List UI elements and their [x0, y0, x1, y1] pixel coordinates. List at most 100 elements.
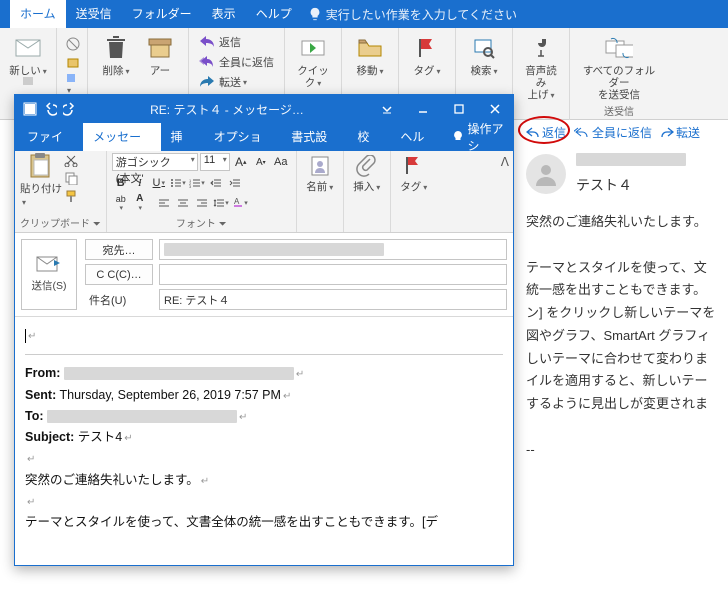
speaker-icon	[533, 36, 549, 60]
font-color-button[interactable]: A	[131, 194, 149, 212]
cleanup-icon[interactable]	[65, 72, 81, 88]
compose-tab-help[interactable]: ヘルプ	[390, 123, 445, 151]
outdent-button[interactable]	[207, 174, 225, 192]
reading-forward-button[interactable]: 転送	[660, 124, 700, 141]
highlight-button[interactable]: ab	[112, 194, 130, 212]
tab-home[interactable]: ホーム	[10, 0, 66, 28]
ribbon-options-button[interactable]: ᐱ	[501, 151, 513, 232]
compose-body[interactable]: From: Sent: Thursday, September 26, 2019…	[15, 317, 513, 565]
compose-tab-message[interactable]: メッセージ	[83, 123, 160, 151]
clipboard-icon	[28, 153, 52, 179]
align-right-button[interactable]	[193, 194, 211, 212]
reply-button[interactable]: 返信	[195, 32, 278, 52]
reply-all-button[interactable]: 全員に返信	[195, 52, 278, 72]
underline-button[interactable]: U	[150, 174, 168, 192]
clear-format-button[interactable]: A	[231, 194, 249, 212]
indent-button[interactable]	[226, 174, 244, 192]
compose-group-font: 游ゴシック (本文' 11 A▴ A▾ Aa B I U 123 ab	[107, 151, 297, 232]
shrink-font-button[interactable]: A▾	[252, 153, 270, 171]
ribbon-group-speech: 音声読み上げ	[513, 28, 570, 120]
paste-button[interactable]: 貼り付け	[20, 153, 62, 215]
line-spacing-button[interactable]	[212, 194, 230, 212]
cc-field[interactable]	[159, 264, 507, 285]
lightbulb-icon	[308, 7, 322, 21]
compose-tab-options[interactable]: オプション	[204, 123, 282, 151]
delete-button[interactable]: 削除	[94, 30, 138, 77]
redo-icon[interactable]	[63, 102, 77, 116]
compose-group-names: 名前	[297, 151, 344, 232]
ribbon-collapse-button[interactable]	[369, 95, 405, 123]
close-button[interactable]	[477, 95, 513, 123]
address-book-icon	[309, 155, 331, 177]
grow-font-button[interactable]: A▴	[232, 153, 250, 171]
maximize-button[interactable]	[441, 95, 477, 123]
numbering-button[interactable]: 123	[188, 174, 206, 192]
flag-icon	[416, 37, 438, 59]
undo-icon[interactable]	[43, 102, 57, 116]
compose-group-clipboard: 貼り付け クリップボード ⏷	[15, 151, 107, 232]
move-button[interactable]: 移動	[348, 30, 392, 77]
compose-group-tags: タグ	[391, 151, 437, 232]
search-icon	[473, 37, 495, 59]
new-button[interactable]: 新しい	[6, 30, 50, 77]
group-label-font: フォント ⏷	[112, 215, 291, 232]
align-center-button[interactable]	[174, 194, 192, 212]
font-size-select[interactable]: 11	[200, 153, 230, 171]
tab-view[interactable]: 表示	[202, 0, 246, 28]
mail-new-icon	[15, 37, 41, 59]
tags-button[interactable]: タグ	[405, 30, 449, 77]
tab-spacer	[0, 0, 10, 28]
save-icon[interactable]	[23, 102, 37, 116]
read-aloud-button[interactable]: 音声読み上げ	[519, 30, 563, 101]
forward-icon	[660, 127, 674, 139]
send-receive-all-button[interactable]: すべてのフォルダー を送受信	[576, 30, 662, 101]
subject-field[interactable]: RE: テスト４	[159, 289, 507, 310]
reading-reply-all-button[interactable]: 全員に返信	[574, 124, 652, 141]
tell-me-search[interactable]: 実行したい作業を入力してください	[308, 6, 517, 23]
archive-icon	[148, 38, 172, 58]
compose-tab-insert[interactable]: 挿入	[161, 123, 204, 151]
to-button[interactable]: 宛先…	[85, 239, 153, 260]
font-name-select[interactable]: 游ゴシック (本文'	[112, 153, 198, 171]
tab-help[interactable]: ヘルプ	[246, 0, 302, 28]
avatar	[526, 154, 566, 194]
compose-tab-review[interactable]: 校閲	[347, 123, 390, 151]
junk-icon[interactable]	[65, 54, 81, 70]
bullets-button[interactable]	[169, 174, 187, 192]
flag-icon	[403, 155, 423, 177]
include-button[interactable]: 挿入	[349, 153, 385, 194]
subject-label: 件名(U)	[85, 292, 153, 308]
cut-icon[interactable]	[64, 153, 80, 169]
forward-button[interactable]: 転送	[195, 72, 278, 92]
folder-move-icon	[358, 38, 382, 58]
reply-icon	[526, 127, 540, 139]
tab-sendreceive[interactable]: 送受信	[66, 0, 122, 28]
compose-tags-button[interactable]: タグ	[396, 153, 432, 194]
ignore-icon[interactable]	[65, 36, 81, 52]
tab-folder[interactable]: フォルダー	[122, 0, 202, 28]
sender-name-redacted	[576, 153, 686, 166]
names-button[interactable]: 名前	[302, 153, 338, 194]
compose-ribbon: 貼り付け クリップボード ⏷ 游ゴシック (本文' 11 A▴ A▾ Aa	[15, 151, 513, 233]
envelope-send-icon	[36, 256, 62, 274]
ribbon-group-sendreceive: すべてのフォルダー を送受信 送受信	[570, 28, 668, 120]
reading-reply-button[interactable]: 返信	[526, 124, 566, 141]
format-painter-icon[interactable]	[64, 189, 80, 205]
search-button[interactable]: 検索	[462, 30, 506, 77]
archive-button[interactable]: アー	[138, 30, 182, 77]
compose-title: RE: テスト４ - メッセージ…	[85, 101, 369, 118]
quicksteps-button[interactable]: クイック	[291, 30, 335, 89]
attach-icon	[356, 155, 378, 177]
compose-tab-format[interactable]: 書式設定	[281, 123, 347, 151]
align-left-button[interactable]	[155, 194, 173, 212]
forward-icon	[200, 76, 214, 88]
change-case-button[interactable]: Aa	[272, 153, 290, 171]
cc-button[interactable]: C C(C)…	[85, 264, 153, 285]
compose-tab-file[interactable]: ファイル	[15, 123, 83, 151]
svg-text:A: A	[234, 198, 240, 206]
to-field[interactable]	[159, 239, 507, 260]
send-button[interactable]: 送信(S)	[21, 239, 77, 310]
minimize-button[interactable]	[405, 95, 441, 123]
copy-icon[interactable]	[64, 171, 80, 187]
compose-tell-me[interactable]: 操作アシ	[451, 120, 513, 154]
